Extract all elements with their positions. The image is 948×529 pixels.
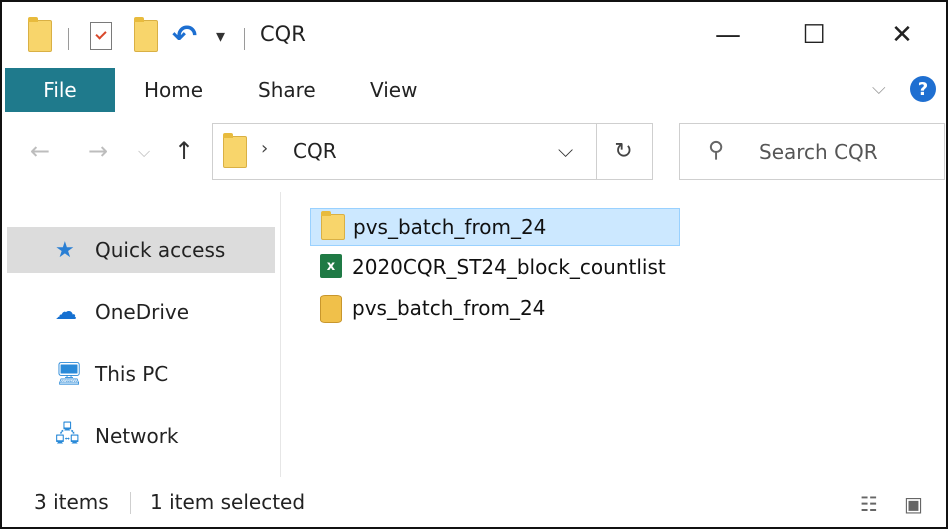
folder-icon xyxy=(321,211,345,240)
back-button[interactable]: ← xyxy=(30,137,50,165)
customize-qa-chevron-icon[interactable]: ▾ xyxy=(216,26,225,47)
window-title: CQR xyxy=(260,22,306,46)
list-item[interactable]: x 2020CQR_ST24_block_countlist xyxy=(310,249,678,285)
list-item[interactable]: pvs_batch_from_24 xyxy=(310,290,678,326)
item-count: 3 items xyxy=(34,490,109,514)
network-icon: 🖧 xyxy=(55,422,80,447)
address-folder-icon xyxy=(223,133,247,168)
sidebar-item-label: Quick access xyxy=(95,238,226,262)
title-separator xyxy=(244,28,245,50)
tab-view[interactable]: View xyxy=(370,78,417,102)
title-bar: ↶ ▾ CQR — ☐ ✕ xyxy=(2,2,946,66)
qa-separator xyxy=(68,28,69,50)
list-item[interactable]: pvs_batch_from_24 xyxy=(310,208,680,246)
search-input[interactable]: ⚲ Search CQR xyxy=(679,123,945,180)
expand-ribbon-chevron-icon[interactable]: ⌵ xyxy=(872,78,886,99)
tab-file[interactable]: File xyxy=(5,68,115,112)
sidebar-item-this-pc[interactable]: 🖥 This PC xyxy=(7,351,275,397)
large-icons-view-icon[interactable]: ▣ xyxy=(904,492,923,516)
sidebar-item-label: Network xyxy=(95,424,179,448)
file-name: pvs_batch_from_24 xyxy=(352,296,546,320)
excel-file-icon: x xyxy=(320,254,342,278)
sidebar-item-label: OneDrive xyxy=(95,300,190,324)
explorer-window: ↶ ▾ CQR — ☐ ✕ File Home Share View ⌵ ? ←… xyxy=(0,0,948,529)
help-icon[interactable]: ? xyxy=(910,76,936,102)
up-button[interactable]: ↑ xyxy=(174,137,194,165)
sidebar-item-onedrive[interactable]: ☁ OneDrive xyxy=(7,289,275,335)
breadcrumb-chevron-icon[interactable]: › xyxy=(261,138,268,159)
minimize-button[interactable]: — xyxy=(688,10,768,60)
quick-access-star-icon: ★ xyxy=(55,237,75,263)
sidebar-item-quick-access[interactable]: ★ Quick access xyxy=(7,227,275,273)
properties-check-icon[interactable] xyxy=(90,22,112,50)
close-button[interactable]: ✕ xyxy=(862,10,942,60)
search-icon: ⚲ xyxy=(708,138,725,163)
file-name: pvs_batch_from_24 xyxy=(353,215,547,239)
address-bar[interactable]: › CQR ⌵ xyxy=(212,123,597,180)
navigation-pane: ★ Quick access ☁ OneDrive 🖥 This PC 🖧 Ne… xyxy=(2,192,281,477)
file-list: pvs_batch_from_24 x 2020CQR_ST24_block_c… xyxy=(282,192,942,477)
database-file-icon xyxy=(320,295,342,323)
maximize-button[interactable]: ☐ xyxy=(774,10,854,60)
details-view-icon[interactable]: ☷ xyxy=(860,492,878,516)
this-pc-monitor-icon: 🖥 xyxy=(55,361,83,387)
sidebar-item-label: This PC xyxy=(95,362,169,386)
undo-icon[interactable]: ↶ xyxy=(172,22,197,52)
new-folder-icon[interactable] xyxy=(134,17,158,52)
search-placeholder: Search CQR xyxy=(759,140,878,164)
breadcrumb-cqr[interactable]: CQR xyxy=(293,139,337,163)
selection-count: 1 item selected xyxy=(150,490,306,514)
folder-icon xyxy=(28,17,52,52)
tab-home[interactable]: Home xyxy=(144,78,203,102)
file-name: 2020CQR_ST24_block_countlist xyxy=(352,255,666,279)
tab-share[interactable]: Share xyxy=(258,78,316,102)
address-dropdown-chevron-icon[interactable]: ⌵ xyxy=(558,138,573,162)
refresh-button[interactable]: ↻ xyxy=(595,123,653,180)
ribbon-tabs: File Home Share View ⌵ ? xyxy=(2,66,946,112)
sidebar-item-network[interactable]: 🖧 Network xyxy=(7,413,275,459)
status-separator xyxy=(130,492,131,514)
status-bar: 3 items 1 item selected ☷ ▣ xyxy=(2,480,946,526)
recent-locations-chevron-icon[interactable]: ⌵ xyxy=(138,142,150,162)
onedrive-cloud-icon: ☁ xyxy=(55,299,77,325)
forward-button[interactable]: → xyxy=(88,137,108,165)
